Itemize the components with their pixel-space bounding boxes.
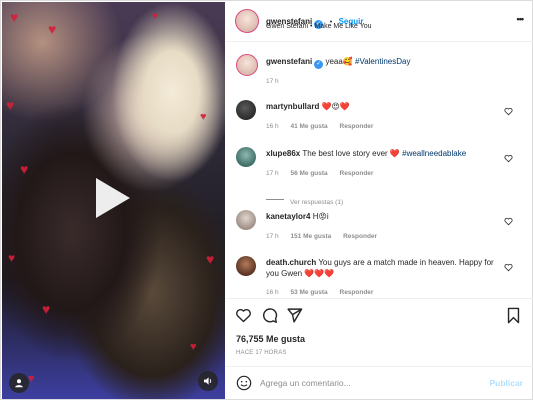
more-options-icon[interactable]: •••: [517, 14, 525, 24]
reply-button[interactable]: Responder: [340, 289, 374, 296]
comment-item: death.church You guys are a match made i…: [236, 255, 521, 298]
reply-button[interactable]: Responder: [343, 233, 377, 240]
heart-sticker-icon: ♥: [8, 251, 16, 265]
comment-avatar[interactable]: [236, 210, 256, 230]
comment-meta: 17 h 151 Me gusta Responder: [266, 233, 377, 240]
comment-like-icon[interactable]: [504, 154, 513, 163]
comment-likes[interactable]: 53 Me gusta: [290, 289, 327, 296]
add-comment-bar: Publicar: [226, 366, 533, 399]
comment-likes[interactable]: 56 Me gusta: [290, 170, 327, 177]
comment-hashtag[interactable]: #weallneedablake: [402, 149, 466, 158]
view-replies-button[interactable]: Ver respuestas (1): [266, 191, 343, 209]
post-date: HACE 17 HORAS: [236, 350, 287, 356]
comment-meta: 17 h 56 Me gusta Responder: [266, 170, 373, 177]
comment-text-line: xlupe86x The best love story ever ❤️ #we…: [266, 148, 506, 159]
user-icon: [15, 379, 23, 388]
caption-hashtag[interactable]: #ValentinesDay: [355, 57, 410, 66]
replies-divider: [266, 199, 284, 201]
caption-text-line: gwenstefani ✓ yeaa🥰 #ValentinesDay: [266, 56, 516, 69]
view-replies-label: Ver respuestas (1): [290, 199, 344, 206]
comment-input[interactable]: [260, 375, 480, 391]
comment-avatar[interactable]: [236, 100, 256, 120]
comment-text: ❤️😍❤️: [321, 102, 350, 111]
heart-sticker-icon: ♥: [200, 111, 207, 123]
volume-icon: [204, 377, 212, 385]
caption-username[interactable]: gwenstefani: [266, 57, 312, 66]
like-heart-icon[interactable]: [235, 307, 252, 324]
comment-icon[interactable]: [261, 307, 278, 324]
verified-badge-icon: ✓: [314, 60, 324, 69]
comment-meta: 16 h 41 Me gusta Responder: [266, 123, 373, 130]
heart-sticker-icon: ♥: [48, 21, 57, 37]
likes-count[interactable]: 76,755 Me gusta: [236, 334, 305, 344]
comment-text-line: death.church You guys are a match made i…: [266, 257, 502, 279]
heart-sticker-icon: ♥: [206, 251, 215, 267]
play-icon[interactable]: [96, 178, 130, 218]
bookmark-icon[interactable]: [506, 307, 521, 324]
heart-sticker-icon: ♥: [42, 301, 51, 317]
emoji-icon[interactable]: [236, 375, 252, 391]
comment-likes[interactable]: 41 Me gusta: [290, 123, 327, 130]
heart-sticker-icon: ♥: [6, 97, 15, 113]
comment-username[interactable]: kanetaylor4: [266, 212, 310, 221]
comment-like-icon[interactable]: [504, 263, 513, 272]
caption-text: yeaa🥰: [325, 57, 353, 66]
comment-item: martynbullard ❤️😍❤️ 16 h 41 Me gusta Res…: [236, 99, 521, 139]
comment-likes[interactable]: 151 Me gusta: [290, 233, 331, 240]
post-header: gwenstefani ✓ • Seguir Gwen Stefani • Mak…: [226, 2, 533, 42]
post-sidebar: gwenstefani ✓ • Seguir Gwen Stefani • Mak…: [226, 2, 533, 399]
heart-sticker-icon: ♥: [10, 9, 19, 25]
comment-item: xlupe86x The best love story ever ❤️ #we…: [236, 146, 521, 206]
comment-item: kanetaylor4 H😡i 17 h 151 Me gusta Respon…: [236, 209, 521, 249]
comment-username[interactable]: death.church: [266, 258, 316, 267]
publish-button[interactable]: Publicar: [489, 378, 523, 388]
heart-sticker-icon: ♥: [152, 11, 158, 22]
comment-like-icon[interactable]: [504, 107, 513, 116]
comment-time: 16 h: [266, 123, 279, 130]
mute-button[interactable]: [198, 371, 218, 391]
comment-like-icon[interactable]: [504, 217, 513, 226]
comment-username[interactable]: martynbullard: [266, 102, 319, 111]
comment-avatar[interactable]: [236, 147, 256, 167]
comments-list[interactable]: gwenstefani ✓ yeaa🥰 #ValentinesDay 17 h m…: [226, 43, 533, 298]
caption-time: 17 h: [266, 78, 279, 85]
caption-avatar[interactable]: [236, 54, 258, 76]
comment-text: H😡i: [312, 212, 329, 221]
heart-sticker-icon: ♥: [190, 341, 197, 353]
comment-avatar[interactable]: [236, 256, 256, 276]
comment-text-line: martynbullard ❤️😍❤️: [266, 101, 506, 112]
comment-time: 16 h: [266, 289, 279, 296]
paper-plane-icon[interactable]: [286, 307, 303, 324]
comment-username[interactable]: xlupe86x: [266, 149, 300, 158]
heart-sticker-icon: ♥: [20, 161, 29, 177]
comment-text: The best love story ever ❤️: [302, 149, 400, 158]
comment-time: 17 h: [266, 233, 279, 240]
comment-text-line: kanetaylor4 H😡i: [266, 211, 506, 222]
post-actions: 76,755 Me gusta HACE 17 HORAS: [226, 298, 533, 366]
comment-time: 17 h: [266, 170, 279, 177]
reply-button[interactable]: Responder: [340, 170, 374, 177]
audio-track[interactable]: Gwen Stefani • Make Me Like You: [266, 23, 372, 30]
comment-meta: 16 h 53 Me gusta Responder: [266, 289, 373, 296]
video-player[interactable]: ♥ ♥ ♥ ♥ ♥ ♥ ♥ ♥ ♥ ♥ ♥: [2, 2, 225, 399]
user-tag-button[interactable]: [9, 373, 29, 393]
author-avatar[interactable]: [235, 9, 259, 33]
reply-button[interactable]: Responder: [340, 123, 374, 130]
post-modal: ♥ ♥ ♥ ♥ ♥ ♥ ♥ ♥ ♥ ♥ ♥ gwenstefani ✓ • Se…: [0, 0, 533, 400]
